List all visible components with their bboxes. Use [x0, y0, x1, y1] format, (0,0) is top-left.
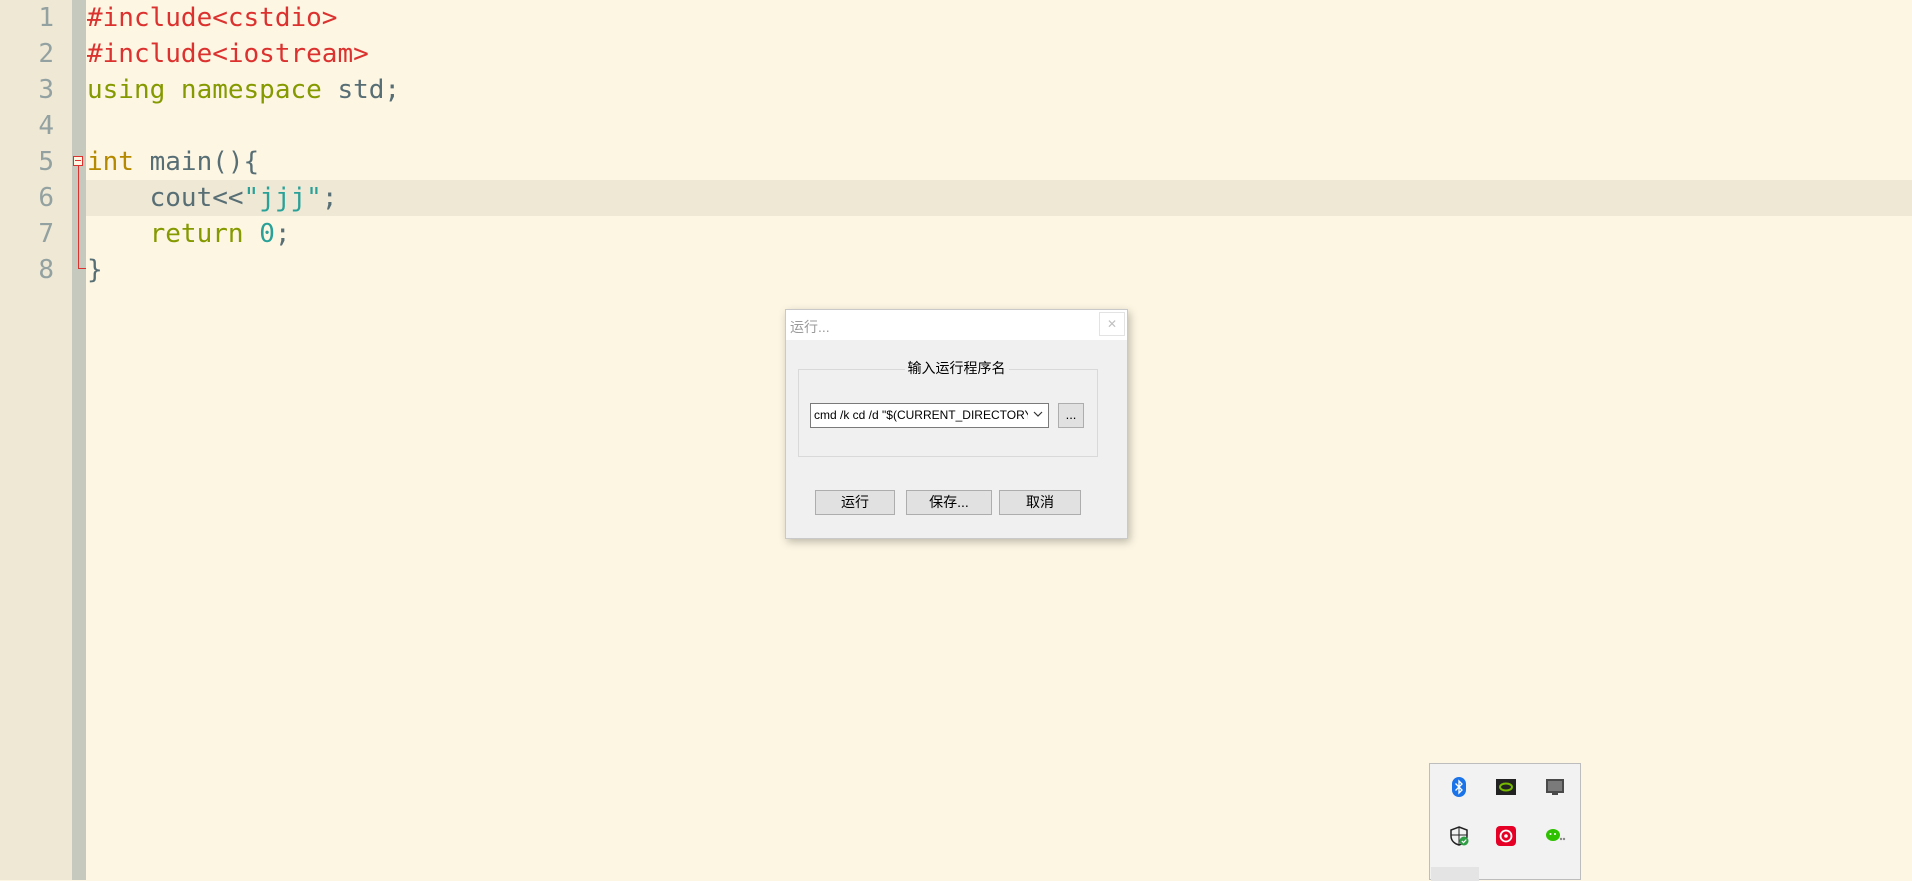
cancel-button[interactable]: 取消	[999, 490, 1081, 515]
code-line[interactable]: }	[86, 252, 1912, 288]
line-number: 3	[38, 75, 54, 105]
fold-range-line	[78, 166, 79, 268]
line-number: 6	[38, 183, 54, 213]
run-button[interactable]: 运行	[815, 490, 895, 515]
close-icon: ✕	[1106, 317, 1118, 331]
code-token: #include<iostream>	[87, 39, 369, 69]
close-button[interactable]: ✕	[1099, 312, 1125, 336]
code-token: int	[87, 147, 134, 177]
save-button[interactable]: 保存...	[906, 490, 992, 515]
tray-overflow-item[interactable]	[1431, 867, 1479, 881]
nvidia-icon[interactable]	[1495, 776, 1517, 798]
dialog-titlebar[interactable]: 运行... ✕	[786, 310, 1127, 340]
line-number: 5	[38, 147, 54, 177]
code-token: cout<<	[87, 183, 244, 213]
group-label: 输入运行程序名	[786, 358, 1127, 378]
code-token: std;	[321, 75, 401, 105]
code-token: main(){	[133, 147, 260, 177]
code-token: ;	[274, 219, 291, 249]
line-number: 2	[38, 39, 54, 69]
line-number: 1	[38, 3, 54, 33]
chevron-down-icon[interactable]	[1031, 407, 1045, 424]
code-token: "jjj"	[243, 183, 322, 213]
code-line[interactable]: #include<cstdio>	[86, 0, 1912, 36]
netease-music-icon[interactable]	[1495, 825, 1517, 847]
code-area[interactable]: #include<cstdio> #include<iostream> using …	[86, 0, 1912, 288]
dialog-title: 运行...	[790, 319, 830, 335]
code-token: 0	[259, 219, 275, 249]
code-line[interactable]: return 0;	[86, 216, 1912, 252]
fold-collapse-icon[interactable]	[73, 156, 83, 166]
line-number: 8	[38, 255, 54, 285]
line-numbers: 1 2 3 4 5 6 7 8	[0, 0, 56, 288]
code-line[interactable]: cout<<"jjj";	[86, 180, 1912, 216]
bluetooth-icon[interactable]	[1448, 776, 1470, 798]
code-line[interactable]: #include<iostream>	[86, 36, 1912, 72]
line-number-gutter: 1 2 3 4 5 6 7 8	[0, 0, 72, 880]
wechat-icon[interactable]	[1544, 825, 1566, 847]
system-tray-overflow	[1429, 763, 1581, 881]
command-value: cmd /k cd /d "$(CURRENT_DIRECTORY)"	[814, 408, 1028, 422]
code-token: return	[87, 219, 244, 249]
run-dialog: 运行... ✕ 输入运行程序名 cmd /k cd /d "$(CURRENT_…	[785, 309, 1128, 539]
code-token: #include<cstdio>	[87, 3, 338, 33]
command-combobox[interactable]: cmd /k cd /d "$(CURRENT_DIRECTORY)"	[810, 403, 1049, 428]
fold-margin[interactable]	[72, 0, 86, 880]
line-number: 7	[38, 219, 54, 249]
browse-button[interactable]: ...	[1058, 403, 1084, 428]
code-token: ;	[321, 183, 338, 213]
code-token: using namespace	[87, 75, 322, 105]
code-line[interactable]: using namespace std;	[86, 72, 1912, 108]
code-line[interactable]	[86, 108, 1912, 144]
code-token: }	[87, 255, 103, 285]
display-icon[interactable]	[1544, 776, 1566, 798]
security-shield-icon[interactable]	[1448, 825, 1470, 847]
line-number: 4	[38, 111, 54, 141]
code-line[interactable]: int main(){	[86, 144, 1912, 180]
fold-range-end	[78, 268, 86, 269]
